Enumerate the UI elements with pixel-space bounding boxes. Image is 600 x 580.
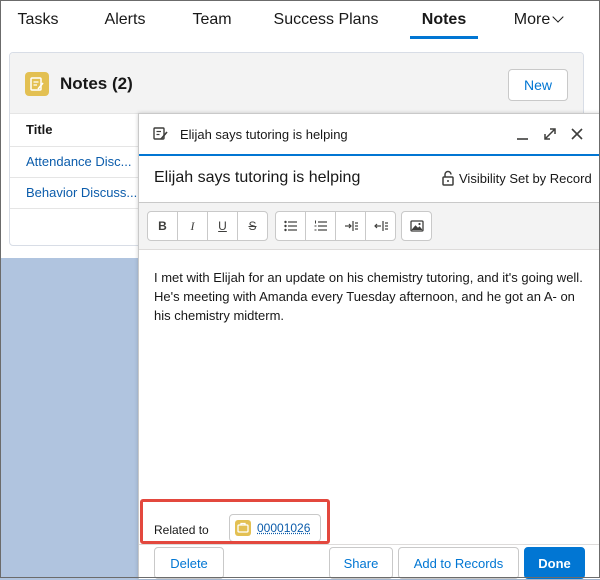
tab-more[interactable]: More <box>506 0 570 40</box>
notes-card-header: Notes (2) New <box>10 53 583 114</box>
note-body-textarea[interactable]: I met with Elijah for an update on his c… <box>154 268 584 325</box>
tab-success-plans[interactable]: Success Plans <box>268 0 384 40</box>
tab-more-label: More <box>514 11 550 28</box>
note-link-attendance[interactable]: Attendance Disc... <box>26 154 132 169</box>
add-to-records-button[interactable]: Add to Records <box>398 547 519 579</box>
tab-tasks[interactable]: Tasks <box>8 0 68 40</box>
related-record-link[interactable]: 00001026 <box>257 521 310 535</box>
bullet-list-button[interactable] <box>276 212 306 240</box>
numbered-list-icon <box>314 220 328 232</box>
tab-notes[interactable]: Notes <box>410 0 478 40</box>
note-title-field[interactable]: Elijah says tutoring is helping <box>154 169 360 187</box>
title-column-label: Title <box>26 122 53 137</box>
close-icon[interactable] <box>568 125 586 143</box>
chevron-down-icon <box>553 11 564 22</box>
notes-card-title: Notes (2) <box>60 72 133 96</box>
image-icon <box>410 220 424 232</box>
insert-image-button[interactable] <box>402 212 431 240</box>
composer-header-title: Elijah says tutoring is helping <box>180 127 348 142</box>
related-to-section: Related to 00001026 <box>139 505 600 549</box>
tab-alerts[interactable]: Alerts <box>94 0 156 40</box>
notes-icon <box>25 72 49 96</box>
delete-button[interactable]: Delete <box>154 547 224 579</box>
paragraph-format-group <box>275 211 396 241</box>
underline-button[interactable]: U <box>208 212 238 240</box>
note-link-behavior[interactable]: Behavior Discuss... <box>26 185 137 200</box>
composer-header: Elijah says tutoring is helping <box>139 114 600 156</box>
related-record-pill[interactable]: 00001026 <box>229 514 321 542</box>
expand-icon[interactable] <box>541 125 559 143</box>
record-icon <box>235 520 251 536</box>
active-tab-indicator <box>410 36 478 39</box>
bullet-list-icon <box>284 220 298 232</box>
numbered-list-button[interactable] <box>306 212 336 240</box>
editor-toolbar: B I U S <box>139 203 599 250</box>
note-composer-panel: Elijah says tutoring is helping Elijah s… <box>138 113 600 579</box>
new-note-button[interactable]: New <box>508 69 568 101</box>
share-button[interactable]: Share <box>329 547 393 579</box>
indent-icon <box>344 220 358 232</box>
outdent-button[interactable] <box>366 212 395 240</box>
text-format-group: B I U S <box>147 211 268 241</box>
visibility-label: Visibility Set by Record <box>459 171 592 186</box>
minimize-icon[interactable] <box>514 125 532 143</box>
related-to-label: Related to <box>154 523 209 537</box>
tab-team[interactable]: Team <box>182 0 242 40</box>
indent-button[interactable] <box>336 212 366 240</box>
record-tabs: Tasks Alerts Team Success Plans Notes Mo… <box>0 0 600 40</box>
done-button[interactable]: Done <box>524 547 585 579</box>
insert-group <box>401 211 432 241</box>
outdent-icon <box>374 220 388 232</box>
unlock-icon <box>441 170 455 189</box>
composer-footer: Delete Share Add to Records Done <box>139 544 600 580</box>
rich-text-editor: B I U S I met with Elijah for an update … <box>139 202 599 507</box>
strikethrough-button[interactable]: S <box>238 212 267 240</box>
bold-button[interactable]: B <box>148 212 178 240</box>
italic-button[interactable]: I <box>178 212 208 240</box>
note-edit-icon <box>153 127 169 146</box>
